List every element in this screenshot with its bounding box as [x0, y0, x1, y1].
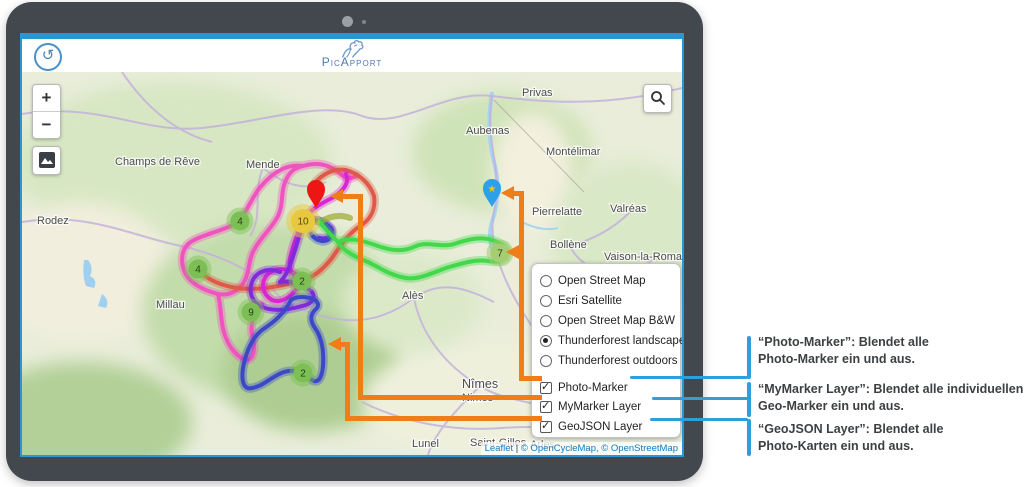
- layer-option-osm-bw[interactable]: Open Street Map B&W: [540, 311, 674, 331]
- note-bracket: [747, 419, 751, 456]
- leaflet-link[interactable]: Leaflet: [485, 443, 514, 454]
- layer-option-label: Esri Satellite: [558, 295, 622, 307]
- layer-option-osm[interactable]: Open Street Map: [540, 271, 674, 291]
- svg-text:2: 2: [300, 369, 306, 380]
- layer-option-label: Open Street Map: [558, 275, 646, 287]
- photo-overview-button[interactable]: [32, 146, 61, 175]
- overlay-option-label: MyMarker Layer: [558, 401, 641, 413]
- app-window: ↺ PicApport: [20, 33, 684, 457]
- map-label: Aubenas: [466, 125, 510, 137]
- map[interactable]: Champs de Rêve Privas Aubenas Montélimar…: [22, 72, 682, 455]
- annotation-photo-marker: “Photo-Marker”: Blendet alle Photo-Marke…: [758, 334, 1024, 368]
- layer-option-thunderforest-outdoors[interactable]: Thunderforest outdoors: [540, 351, 674, 371]
- map-label: Mende: [246, 159, 280, 171]
- overlay-option-label: Photo-Marker: [558, 382, 628, 394]
- cluster-marker[interactable]: 2: [290, 360, 317, 387]
- layer-option-label: Thunderforest outdoors: [558, 355, 678, 367]
- map-label: Rodez: [37, 215, 69, 227]
- map-attribution: Leaflet | © OpenCycleMap, © OpenStreetMa…: [481, 442, 682, 455]
- mymarker-note-line: [652, 397, 748, 400]
- map-label: Valréas: [610, 203, 647, 215]
- radio-icon[interactable]: [540, 355, 552, 367]
- cluster-marker[interactable]: 4: [185, 256, 212, 283]
- annotation-line: Geo-Marker ein und aus.: [758, 398, 1024, 415]
- map-label: Millau: [156, 299, 185, 311]
- star-icon: ★: [488, 184, 497, 195]
- zoom-out-button[interactable]: −: [33, 111, 60, 138]
- map-label: Alès: [402, 290, 424, 302]
- map-label: Pierrelatte: [532, 206, 582, 218]
- geojson-connector: [345, 342, 350, 421]
- annotation-mymarker-layer: “MyMarker Layer”: Blendet alle individue…: [758, 381, 1024, 415]
- geojson-note-line: [650, 418, 748, 421]
- checkbox-checked-icon[interactable]: [540, 421, 552, 433]
- annotation-line: Photo-Karten ein und aus.: [758, 438, 1024, 455]
- zoom-in-button[interactable]: +: [33, 85, 60, 111]
- photomarker-connector: [519, 191, 524, 381]
- opencyclemap-link[interactable]: © OpenCycleMap,: [521, 443, 599, 454]
- mymarker-connector: [358, 194, 363, 400]
- zoom-control: + −: [32, 84, 61, 139]
- photomarker-connector: [519, 376, 542, 381]
- cluster-marker[interactable]: 10: [286, 204, 320, 238]
- svg-text:7: 7: [497, 249, 503, 260]
- mymarker-connector: [358, 395, 542, 400]
- map-label: Privas: [522, 87, 553, 99]
- annotation-line: “MyMarker Layer”: Blendet alle individue…: [758, 381, 1024, 398]
- cluster-marker[interactable]: 4: [227, 208, 254, 235]
- search-icon: [649, 89, 667, 107]
- checkbox-checked-icon[interactable]: [540, 401, 552, 413]
- annotation-line: “GeoJSON Layer”: Blendet alle: [758, 421, 1024, 438]
- search-button[interactable]: [643, 84, 672, 113]
- radio-icon[interactable]: [540, 295, 552, 307]
- radio-selected-icon[interactable]: [540, 335, 552, 347]
- overlay-option-mymarker-layer[interactable]: MyMarker Layer: [540, 398, 674, 418]
- back-icon: ↺: [42, 47, 55, 64]
- image-icon: [38, 151, 56, 169]
- svg-text:10: 10: [297, 217, 309, 228]
- overlay-option-label: GeoJSON Layer: [558, 421, 642, 433]
- annotation-line: Photo-Marker ein und aus.: [758, 351, 1024, 368]
- geojson-connector: [345, 416, 542, 421]
- layer-option-label: Open Street Map B&W: [558, 315, 675, 327]
- radio-icon[interactable]: [540, 275, 552, 287]
- annotation-geojson-layer: “GeoJSON Layer”: Blendet alle Photo-Kart…: [758, 421, 1024, 455]
- note-bracket: [747, 336, 751, 379]
- photomarker-note-line: [630, 376, 748, 379]
- svg-text:9: 9: [248, 308, 254, 319]
- logo-text: PicApport: [322, 55, 382, 69]
- map-label: Vaison-la-Romaine: [604, 251, 682, 263]
- svg-text:4: 4: [237, 217, 243, 228]
- checkbox-checked-icon[interactable]: [540, 382, 552, 394]
- ambient-sensor-dot: [362, 20, 366, 24]
- map-label: Bollène: [550, 239, 587, 251]
- back-button[interactable]: ↺: [34, 43, 62, 71]
- radio-icon[interactable]: [540, 315, 552, 327]
- svg-text:4: 4: [195, 265, 201, 276]
- map-label: Lunel: [412, 438, 439, 450]
- overlay-option-photo-marker[interactable]: Photo-Marker: [540, 378, 674, 398]
- svg-text:2: 2: [299, 277, 305, 288]
- openstreetmap-link[interactable]: © OpenStreetMap: [601, 443, 678, 454]
- layer-option-esri[interactable]: Esri Satellite: [540, 291, 674, 311]
- app-header: ↺ PicApport: [22, 39, 682, 72]
- map-label: Champs de Rêve: [115, 156, 200, 168]
- camera-dot: [342, 16, 353, 27]
- app-logo: PicApport: [322, 40, 382, 69]
- attribution-separator: |: [516, 443, 518, 454]
- layer-option-label: Thunderforest landscape: [558, 335, 682, 347]
- cluster-marker[interactable]: 2: [289, 268, 316, 295]
- layer-option-thunderforest-landscape[interactable]: Thunderforest landscape: [540, 331, 674, 351]
- annotation-line: “Photo-Marker”: Blendet alle: [758, 334, 1024, 351]
- note-bracket: [747, 382, 751, 417]
- map-label: Montélimar: [546, 146, 601, 158]
- cluster-marker[interactable]: 9: [238, 299, 265, 326]
- layer-control-panel: Open Street Map Esri Satellite Open Stre…: [531, 263, 681, 438]
- map-label: Nîmes: [462, 377, 498, 391]
